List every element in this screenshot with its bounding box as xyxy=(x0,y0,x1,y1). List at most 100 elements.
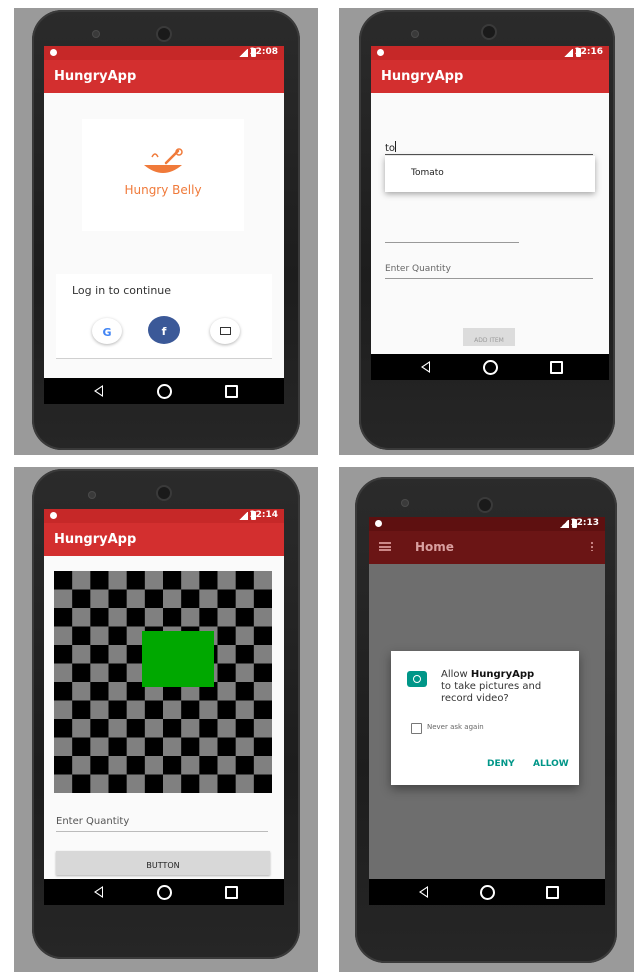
checker-cell xyxy=(90,589,109,609)
status-bar: 12:16 xyxy=(371,46,609,60)
home-icon[interactable] xyxy=(480,885,495,900)
search-input-value: to xyxy=(385,143,396,154)
checker-cell xyxy=(72,682,91,701)
back-icon[interactable] xyxy=(421,361,430,373)
checker-cell xyxy=(108,626,128,646)
signal-icon xyxy=(563,49,573,57)
action-button[interactable]: BUTTON xyxy=(56,851,270,875)
checker-cell xyxy=(181,571,200,590)
quantity-placeholder: Enter Quantity xyxy=(56,816,130,827)
clock: 12:14 xyxy=(249,510,278,520)
home-icon[interactable] xyxy=(157,885,172,900)
back-icon[interactable] xyxy=(419,886,428,898)
toolbar-title: Home xyxy=(415,540,454,554)
checker-cell xyxy=(108,774,128,793)
logo-card: Hungry Belly xyxy=(82,119,244,231)
deny-button[interactable]: DENY xyxy=(487,759,515,769)
checker-cell xyxy=(126,756,146,775)
checker-cell xyxy=(199,608,218,627)
facebook-icon: f xyxy=(161,325,167,338)
google-icon: G xyxy=(102,326,112,339)
screen: 12:08 HungryApp Hungry Belly Log in to c… xyxy=(44,46,284,404)
back-icon[interactable] xyxy=(94,886,103,898)
panel-add-item: 12:16 HungryApp to Tomato Enter Quantity… xyxy=(339,8,634,455)
add-item-label: ADD ITEM xyxy=(474,337,504,344)
checker-cell xyxy=(72,756,91,775)
checker-cell xyxy=(253,589,272,609)
checker-cell xyxy=(217,719,237,738)
checker-cell xyxy=(235,700,255,720)
checker-cell xyxy=(54,737,73,757)
phone-frame: 12:08 HungryApp Hungry Belly Log in to c… xyxy=(32,10,300,450)
checker-cell xyxy=(126,589,146,609)
recent-apps-icon[interactable] xyxy=(550,361,563,374)
checker-cell xyxy=(72,608,91,627)
quantity-field[interactable]: Enter Quantity xyxy=(56,813,268,832)
recent-apps-icon[interactable] xyxy=(546,886,559,899)
app-title: HungryApp xyxy=(54,532,137,547)
checker-cell xyxy=(235,626,255,646)
checker-cell xyxy=(90,719,109,738)
never-ask-label: Never ask again xyxy=(427,723,484,731)
checker-cell xyxy=(54,589,73,609)
add-item-button[interactable]: ADD ITEM xyxy=(463,328,515,346)
checker-cell xyxy=(72,626,91,646)
checker-cell xyxy=(144,589,164,609)
home-icon[interactable] xyxy=(157,384,172,399)
email-login-button[interactable] xyxy=(210,318,240,344)
checker-cell xyxy=(199,571,218,590)
checker-cell xyxy=(253,645,272,664)
signal-icon xyxy=(238,512,248,520)
checker-cell xyxy=(108,663,128,683)
item-name-field[interactable] xyxy=(385,226,519,243)
front-camera-icon xyxy=(158,28,170,40)
checker-cell xyxy=(235,774,255,793)
google-login-button[interactable]: G xyxy=(92,318,122,344)
checker-cell xyxy=(90,645,109,664)
checker-cell xyxy=(54,645,73,664)
quantity-field[interactable]: Enter Quantity xyxy=(385,260,593,279)
app-bar: HungryApp xyxy=(44,60,284,93)
menu-icon[interactable] xyxy=(379,542,391,551)
checker-cell xyxy=(253,756,272,775)
wok-icon xyxy=(144,148,183,173)
back-icon[interactable] xyxy=(94,385,103,397)
signal-icon xyxy=(238,49,248,57)
app-title: HungryApp xyxy=(381,69,464,84)
nav-bar xyxy=(44,879,284,905)
checker-cell xyxy=(253,682,272,701)
checker-cell xyxy=(144,608,164,627)
checker-cell xyxy=(181,774,200,793)
text-cursor xyxy=(395,141,397,152)
checker-cell xyxy=(108,645,128,664)
nav-bar xyxy=(369,879,605,905)
checker-cell xyxy=(90,571,109,590)
checker-cell xyxy=(144,737,164,757)
checker-cell xyxy=(126,719,146,738)
suggestion-item[interactable]: Tomato xyxy=(411,168,444,178)
search-input[interactable]: to xyxy=(385,136,593,155)
status-bar: 12:14 xyxy=(44,509,284,523)
checker-cell xyxy=(54,663,73,683)
checker-cell xyxy=(217,756,237,775)
notification-icon xyxy=(375,520,382,527)
checker-cell xyxy=(72,663,91,683)
recent-apps-icon[interactable] xyxy=(225,886,238,899)
front-camera-icon xyxy=(483,26,495,38)
home-icon[interactable] xyxy=(483,360,498,375)
facebook-login-button[interactable]: f xyxy=(148,316,180,344)
overflow-menu-icon[interactable] xyxy=(591,541,593,551)
checker-cell xyxy=(144,756,164,775)
checker-cell xyxy=(181,608,200,627)
allow-button[interactable]: ALLOW xyxy=(533,759,569,769)
recent-apps-icon[interactable] xyxy=(225,385,238,398)
checker-cell xyxy=(108,589,128,609)
checker-cell xyxy=(108,571,128,590)
checker-cell xyxy=(90,774,109,793)
never-ask-checkbox[interactable] xyxy=(411,723,422,734)
action-button-label: BUTTON xyxy=(146,861,180,870)
checker-cell xyxy=(235,663,255,683)
checker-cell xyxy=(126,571,146,590)
checker-cell xyxy=(108,700,128,720)
checker-cell xyxy=(253,719,272,738)
